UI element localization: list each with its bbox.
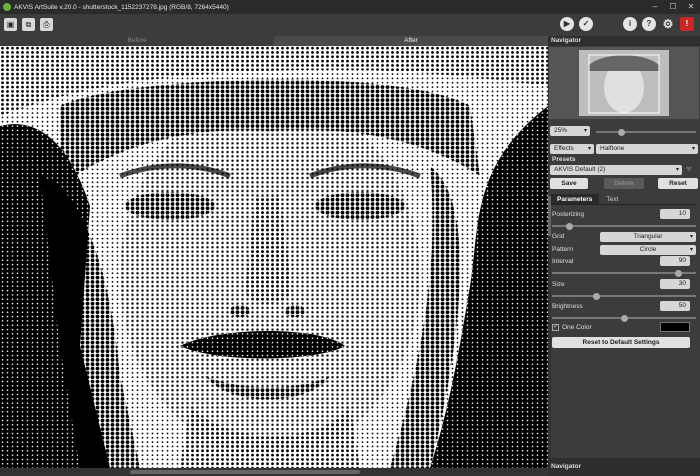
horizontal-scrollbar[interactable] [0,468,548,476]
chevron-down-icon: ▾ [583,128,587,134]
halftone-image [0,46,548,468]
view-tabs: Before After [0,36,548,46]
zoom-slider[interactable] [596,128,696,136]
preset-value: AKVIS Default (2) [554,166,606,173]
navigator-preview[interactable] [549,47,699,119]
print-icon[interactable]: ⎙ [40,18,53,31]
brightness-slider-knob[interactable] [620,314,628,322]
window-controls: – ☐ ✕ [646,0,700,14]
minimize-button[interactable]: – [646,0,664,14]
settings-icon[interactable]: ⚙ [661,17,675,31]
help-icon[interactable]: ? [642,17,656,31]
one-color-checkbox[interactable]: ✓ [552,324,559,331]
posterizing-slider-knob[interactable] [565,222,573,230]
interval-slider-knob[interactable] [675,269,683,277]
apply-icon[interactable]: ✓ [579,17,593,31]
one-color-label: One Color [562,324,592,331]
zoom-row: 25% ▾ [550,125,698,137]
chevron-down-icon: ▾ [675,167,679,173]
tab-parameters[interactable]: Parameters [550,194,600,204]
effects-label: Effects [554,145,574,152]
open-image-icon[interactable]: ▣ [4,18,17,31]
panel-scroll-thumb[interactable] [548,196,551,236]
title-bar: AKVIS ArtSuite v.20.0 - shutterstock_115… [0,0,700,14]
grid-select[interactable]: Triangular ▾ [600,232,696,242]
tab-before[interactable]: Before [0,36,274,46]
brightness-slider[interactable] [552,314,696,322]
chevron-down-icon: ▾ [689,247,693,253]
reset-preset-button[interactable]: Reset [658,178,698,189]
preset-select[interactable]: AKVIS Default (2) ▾ [550,165,682,175]
presets-label: Presets [552,156,576,163]
brightness-label: Brightness [552,303,583,310]
one-color-swatch[interactable] [660,322,690,332]
window-title: AKVIS ArtSuite v.20.0 - shutterstock_115… [14,3,229,11]
effect-value: Halftone [600,145,625,152]
navigator-header: Navigator [548,36,700,46]
zoom-select[interactable]: 25% ▾ [550,126,590,136]
grid-label: Grid [552,233,565,240]
zoom-value: 25% [554,127,568,134]
brightness-value[interactable]: 50 [660,301,690,311]
size-slider-knob[interactable] [593,292,601,300]
tab-text[interactable]: Text [599,194,625,204]
zoom-slider-knob[interactable] [618,128,625,136]
toolbar: ▣ ⧉ ⎙ ▶ ✓ i ? ⚙ ! [0,14,700,36]
interval-slider[interactable] [552,269,696,277]
param-tabs: Parameters Text [550,194,696,205]
posterizing-label: Posterizing [552,211,585,218]
app-icon [3,3,11,11]
pattern-label: Pattern [552,246,573,253]
tab-after[interactable]: After [274,36,548,46]
save-preset-button[interactable]: Save [550,178,588,189]
scroll-thumb[interactable] [130,470,360,474]
size-slider[interactable] [552,292,696,300]
batch-icon[interactable]: ⧉ [22,18,35,31]
effects-button[interactable]: Effects ▾ [550,144,594,154]
settings-panel: Navigator 25% ▾ Effects ▾ Halftone ▾ Preset… [548,36,700,476]
panel-scrollbar[interactable] [548,196,551,466]
pattern-value: Circle [639,246,657,253]
effect-select[interactable]: Halftone ▾ [596,144,698,154]
reset-defaults-button[interactable]: Reset to Default Settings [552,337,690,348]
chevron-down-icon: ▾ [587,146,591,152]
size-value[interactable]: 30 [660,279,690,289]
image-canvas[interactable] [0,46,548,468]
maximize-button[interactable]: ☐ [664,0,682,14]
interval-value[interactable]: 90 [660,256,690,266]
delete-preset-button: Delete [604,178,644,189]
info-icon[interactable]: i [623,17,637,31]
run-icon[interactable]: ▶ [560,17,574,31]
pattern-select[interactable]: Circle ▾ [600,245,696,255]
chevron-down-icon: ▾ [691,146,695,152]
interval-label: Interval [552,258,574,265]
notifications-icon[interactable]: ! [680,17,694,31]
chevron-down-icon: ▾ [689,234,693,240]
bottom-navigator-header: Navigator [548,458,700,476]
navigator-thumbnail [549,47,699,119]
size-label: Size [552,281,565,288]
grid-value: Triangular [633,233,663,240]
close-button[interactable]: ✕ [682,0,700,14]
posterizing-slider[interactable] [552,222,696,230]
favorite-heart-icon[interactable]: ♥ [686,164,692,175]
posterizing-value[interactable]: 10 [660,209,690,219]
